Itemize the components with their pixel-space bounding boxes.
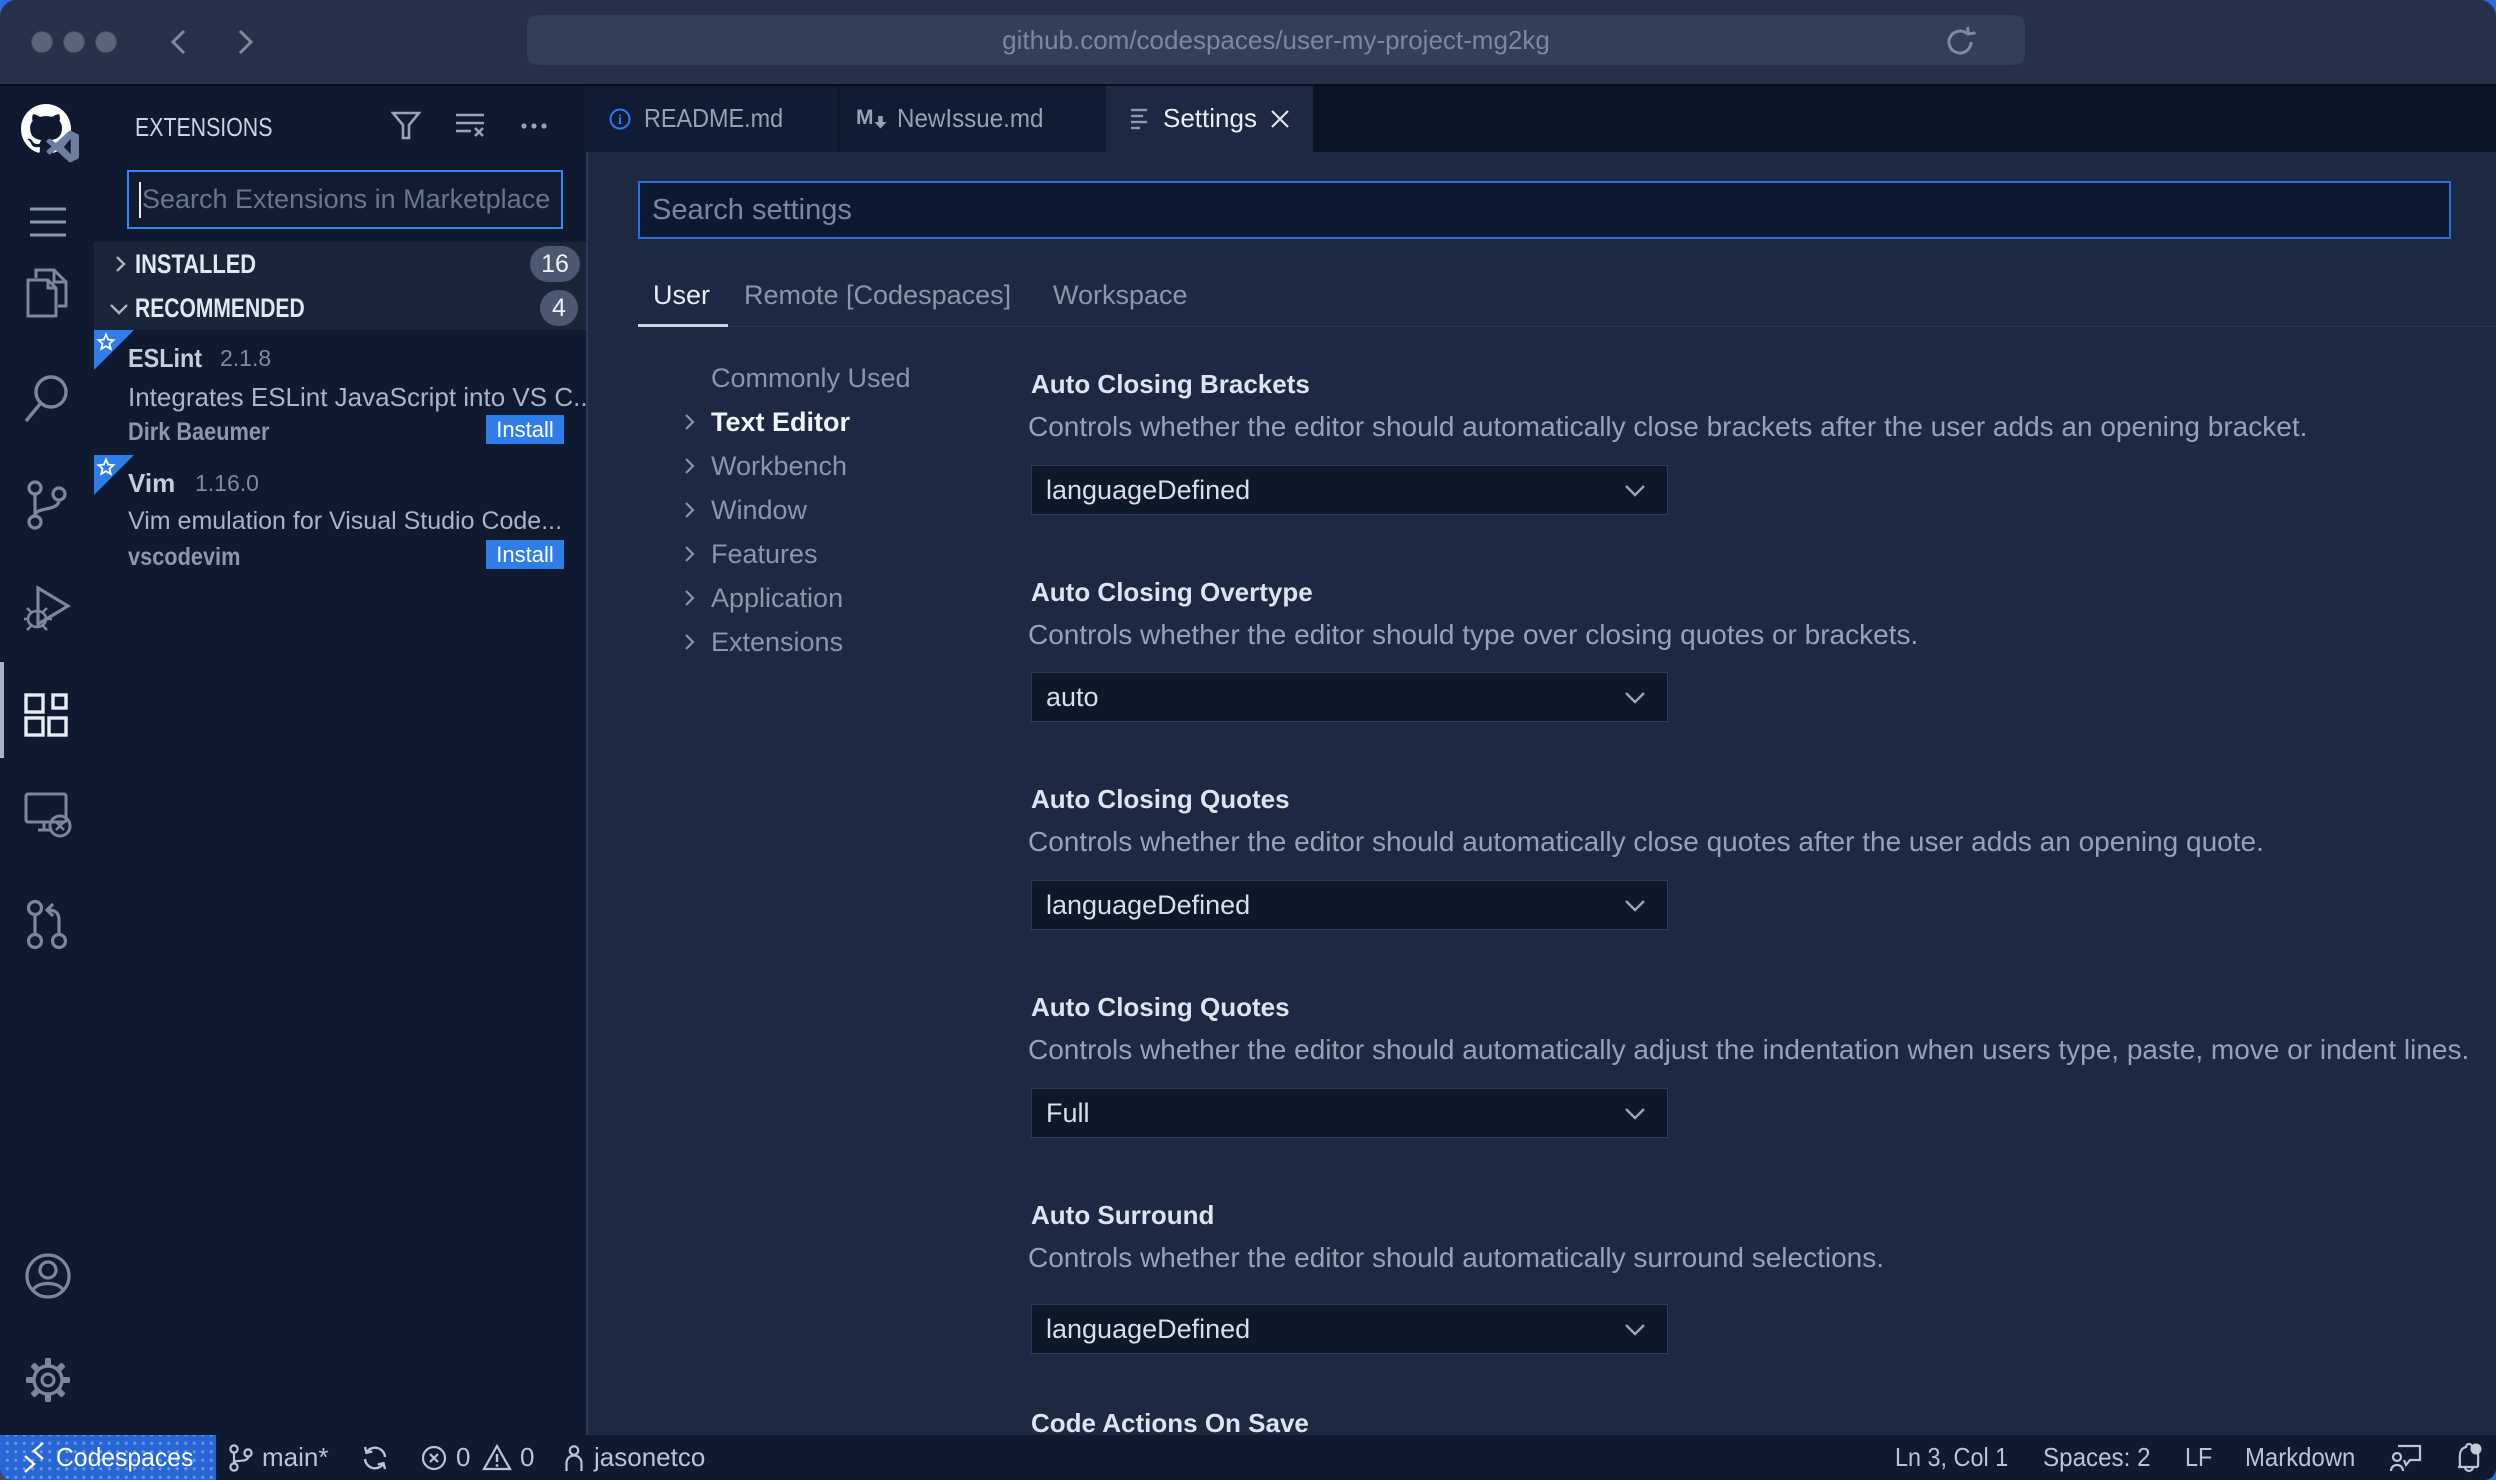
svg-text:i: i bbox=[618, 113, 622, 128]
